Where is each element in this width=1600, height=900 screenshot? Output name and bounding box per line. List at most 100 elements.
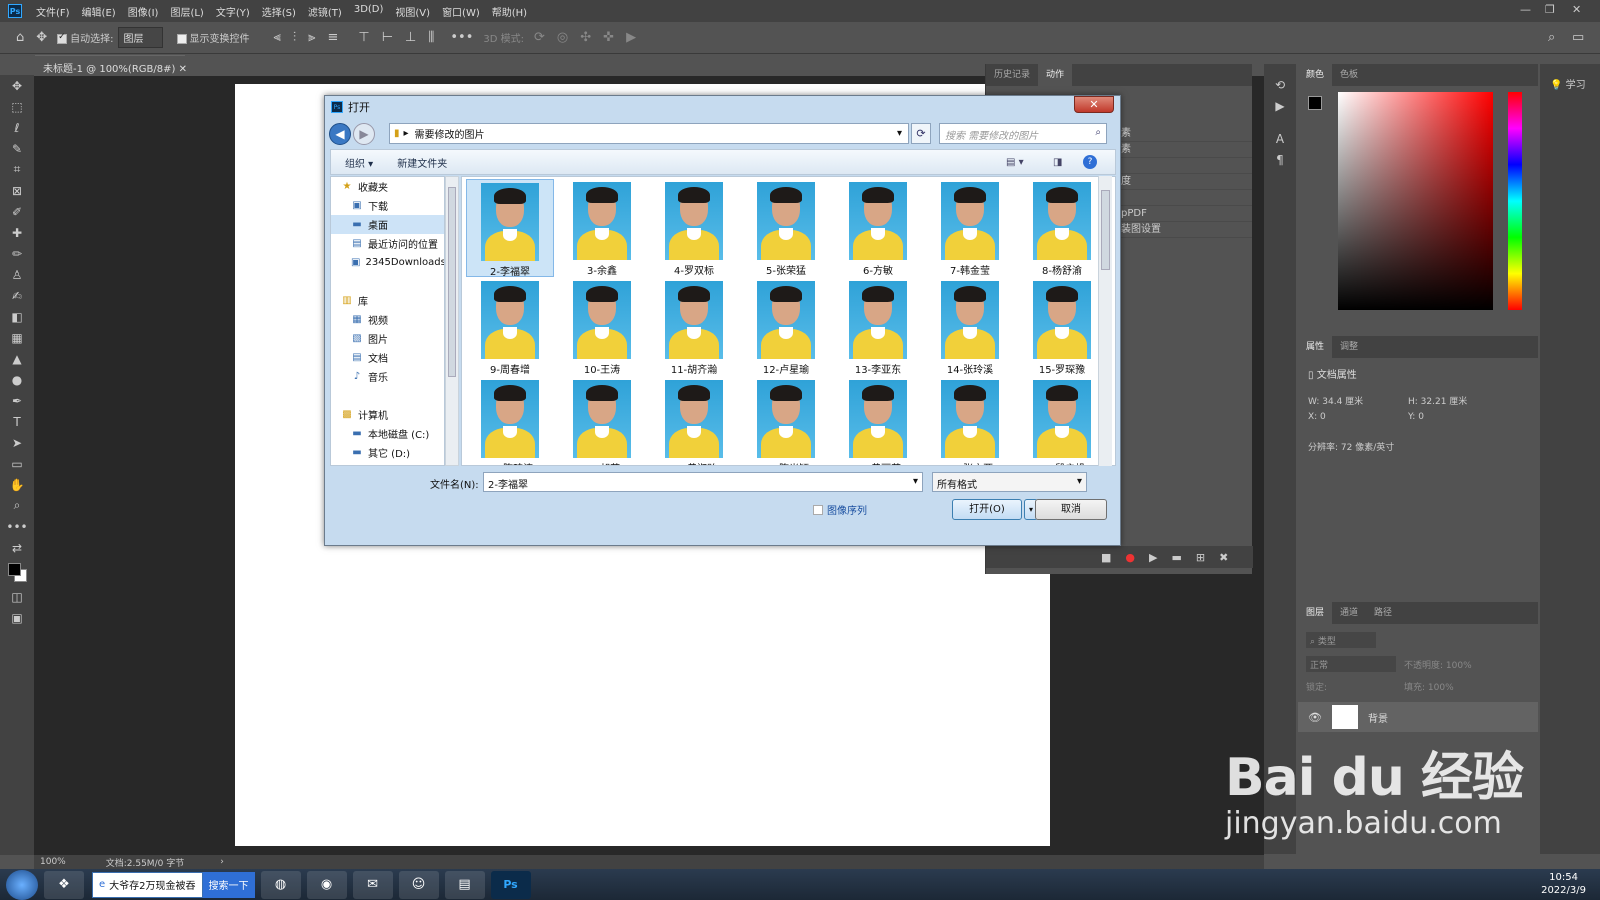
- show-transform-checkbox[interactable]: 显示变换控件: [176, 30, 250, 45]
- nav-item[interactable]: ★ 收藏夹: [331, 177, 444, 196]
- document-tab[interactable]: 未标题-1 @ 100%(RGB/8#) ✕: [35, 55, 187, 76]
- align-center-icon[interactable]: ⫶: [293, 30, 296, 45]
- hue-slider[interactable]: [1508, 92, 1522, 310]
- file-thumbnail[interactable]: 22-殷启帆: [1018, 377, 1106, 465]
- slide-3d-icon[interactable]: ✜: [603, 30, 614, 45]
- move-icon[interactable]: ✥: [0, 75, 34, 96]
- file-thumbnail[interactable]: 3-余鑫: [558, 179, 646, 277]
- tab-paths[interactable]: 路径: [1366, 602, 1400, 624]
- minimize-icon[interactable]: —: [1520, 3, 1531, 16]
- menu-item[interactable]: 选择(S): [262, 4, 296, 19]
- system-clock[interactable]: 10:54 2022/3/9: [1541, 871, 1586, 897]
- photoshop-taskbar-icon[interactable]: Ps: [490, 870, 531, 899]
- blur-icon[interactable]: ▲: [0, 348, 34, 369]
- nav-item[interactable]: ▣ 2345Downloads: [331, 253, 444, 272]
- file-thumbnail[interactable]: 14-张玲溪: [926, 278, 1014, 376]
- layer-filter-input[interactable]: ⌕ 类型: [1306, 632, 1376, 648]
- type-icon[interactable]: T: [0, 411, 34, 432]
- address-bar[interactable]: ▮ ▸ 需要修改的图片 ▾: [389, 123, 909, 144]
- record-icon[interactable]: ●: [1125, 551, 1135, 564]
- nav-item[interactable]: ▩ 计算机: [331, 405, 444, 424]
- close-window-icon[interactable]: ✕: [1572, 3, 1581, 16]
- zoom-icon[interactable]: ⌕: [0, 495, 34, 516]
- browser-icon[interactable]: ◍: [260, 870, 301, 899]
- fill-field[interactable]: 填充: 100%: [1404, 680, 1454, 693]
- nav-item[interactable]: ▧ 图片: [331, 329, 444, 348]
- nav-item[interactable]: ▦ 视频: [331, 310, 444, 329]
- file-thumbnail[interactable]: 7-韩金莹: [926, 179, 1014, 277]
- file-thumbnail[interactable]: 8-杨舒渝: [1018, 179, 1106, 277]
- open-button[interactable]: 打开(O): [952, 499, 1022, 520]
- start-button[interactable]: [6, 869, 38, 900]
- crop-icon[interactable]: ⌗: [0, 159, 34, 180]
- file-thumbnail[interactable]: 11-胡齐瀚: [650, 278, 738, 376]
- app-icon-1[interactable]: ❖: [44, 870, 84, 899]
- dodge-icon[interactable]: ●: [0, 369, 34, 390]
- file-thumbnail[interactable]: 6-方敏: [834, 179, 922, 277]
- wechat-icon[interactable]: ✉: [352, 870, 393, 899]
- tab-layers[interactable]: 图层: [1298, 602, 1333, 624]
- screen-mode-icon[interactable]: ▣: [0, 607, 34, 628]
- lasso-icon[interactable]: ℓ: [0, 117, 34, 138]
- workspace-icon[interactable]: ▭: [1572, 30, 1584, 45]
- pan-3d-icon[interactable]: ✣: [580, 30, 591, 45]
- rotate-3d-icon[interactable]: ⟳: [534, 30, 545, 45]
- app-icon-2[interactable]: ☺: [398, 870, 439, 899]
- align-middle-icon[interactable]: ⊢: [382, 30, 393, 45]
- forward-icon[interactable]: ▶: [353, 123, 375, 145]
- tab-channels[interactable]: 通道: [1332, 602, 1366, 624]
- image-sequence-checkbox[interactable]: 图像序列: [813, 502, 867, 517]
- file-thumbnail[interactable]: 15-罗琛豫: [1018, 278, 1106, 376]
- menu-item[interactable]: 编辑(E): [82, 4, 116, 19]
- menu-item[interactable]: 文件(F): [36, 4, 70, 19]
- nav-item[interactable]: ▣ 下载: [331, 196, 444, 215]
- tab-actions[interactable]: 动作: [1038, 64, 1073, 86]
- ie-search-box[interactable]: e 大爷存2万现金被吞: [92, 871, 203, 898]
- back-icon[interactable]: ◀: [329, 123, 351, 145]
- learn-button[interactable]: 💡 学习: [1540, 76, 1600, 91]
- history-panel-icon[interactable]: ⟲: [1264, 74, 1296, 95]
- cancel-button[interactable]: 取消: [1035, 499, 1107, 520]
- zoom-level[interactable]: 100%: [40, 857, 66, 867]
- auto-select-dropdown[interactable]: 图层: [117, 27, 163, 48]
- file-thumbnail[interactable]: 21-张文亚: [926, 377, 1014, 465]
- stop-icon[interactable]: ■: [1101, 551, 1111, 564]
- view-options-icon[interactable]: ▤ ▾: [1006, 157, 1024, 168]
- file-thumbnail[interactable]: 18-黄淑贻: [650, 377, 738, 465]
- rectangle-icon[interactable]: ▭: [0, 453, 34, 474]
- tab-color[interactable]: 颜色: [1298, 64, 1333, 86]
- file-thumbnail[interactable]: 4-罗双标: [650, 179, 738, 277]
- swap-colors-icon[interactable]: ⇄: [0, 537, 34, 558]
- close-tab-icon[interactable]: ✕: [179, 64, 187, 75]
- file-thumbnail[interactable]: 10-王涛: [558, 278, 646, 376]
- delete-icon[interactable]: ✖: [1219, 551, 1228, 564]
- file-scrollbar[interactable]: [1098, 176, 1112, 466]
- refresh-icon[interactable]: ⟳: [911, 123, 931, 144]
- tab-adjustments[interactable]: 调整: [1332, 336, 1366, 358]
- menu-item[interactable]: 帮助(H): [492, 4, 527, 19]
- organize-button[interactable]: 组织 ▾: [345, 155, 373, 170]
- gradient-icon[interactable]: ▦: [0, 327, 34, 348]
- search-now-button[interactable]: 搜索一下: [202, 871, 255, 898]
- home-icon[interactable]: ⌂: [16, 30, 24, 45]
- breadcrumb-arrow-icon[interactable]: ▸: [404, 128, 409, 139]
- blend-mode-select[interactable]: 正常: [1306, 656, 1396, 672]
- menu-item[interactable]: 滤镜(T): [308, 4, 342, 19]
- file-thumbnail[interactable]: 19-陈光颖: [742, 377, 830, 465]
- distribute-icon[interactable]: ≡: [327, 30, 338, 45]
- align-bottom-icon[interactable]: ⊥: [405, 30, 416, 45]
- frame-icon[interactable]: ⊠: [0, 180, 34, 201]
- hand-icon[interactable]: ✋: [0, 474, 34, 495]
- quick-mask-icon[interactable]: ◫: [0, 586, 34, 607]
- menu-item[interactable]: 3D(D): [354, 4, 384, 19]
- preview-pane-icon[interactable]: ◨: [1053, 157, 1062, 168]
- layer-row-background[interactable]: 👁 背景: [1298, 702, 1538, 732]
- file-thumbnail[interactable]: 12-卢星瑜: [742, 278, 830, 376]
- stamp-icon[interactable]: ♙: [0, 264, 34, 285]
- file-thumbnail[interactable]: 13-李亚东: [834, 278, 922, 376]
- nav-item[interactable]: ▥ 库: [331, 291, 444, 310]
- nav-item[interactable]: ▬ 本地磁盘 (C:): [331, 424, 444, 443]
- quick-select-icon[interactable]: ✎: [0, 138, 34, 159]
- search-input[interactable]: 搜索 需要修改的图片 ⌕: [939, 123, 1107, 144]
- opacity-field[interactable]: 不透明度: 100%: [1404, 658, 1472, 671]
